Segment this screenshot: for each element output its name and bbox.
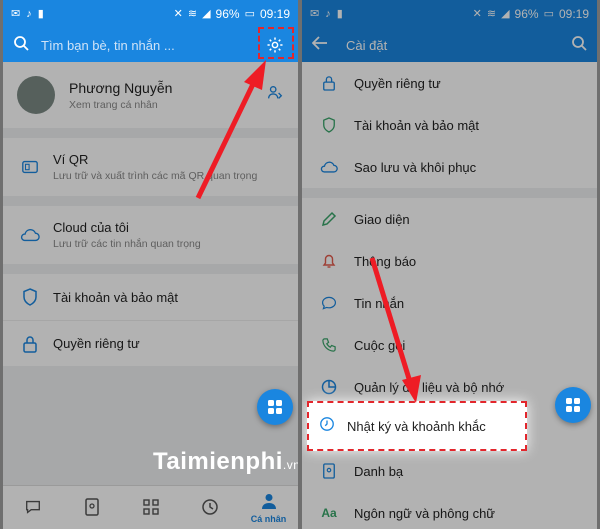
annotation-arrows — [195, 60, 421, 403]
screenshot: ✉ ♪ ▮ ✕ ≋ ◢ 96% ▭ 09:19 Tìm bạn bè, tin … — [0, 0, 600, 529]
arrow-to-diary — [369, 257, 421, 403]
arrow-to-gear — [195, 60, 266, 200]
